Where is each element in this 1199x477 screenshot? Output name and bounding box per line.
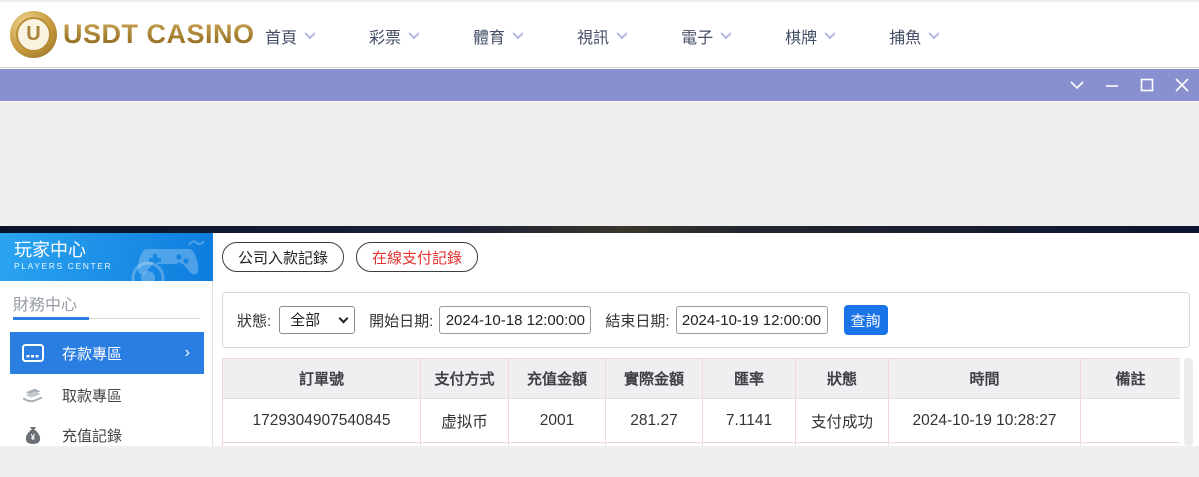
start-date-input[interactable] <box>439 306 592 334</box>
cell-rate: 7.1141 <box>702 398 796 443</box>
withdraw-hand-icon <box>22 386 44 404</box>
svg-text:¥: ¥ <box>31 433 36 442</box>
minimize-icon[interactable] <box>1103 76 1121 94</box>
nav-item-cards[interactable]: 棋牌 <box>785 24 836 48</box>
coin-monogram: U <box>16 17 51 52</box>
nav-label: 電子 <box>681 30 714 47</box>
app-header: U USDT CASINO 首頁 彩票 體育 視訊 電子 棋牌 捕魚 <box>0 0 1199 68</box>
filter-bar: 狀態: 全部 開始日期: 結束日期: 查詢 <box>222 292 1190 348</box>
col-actual-amount: 實際金額 <box>605 358 703 399</box>
deposit-card-icon <box>22 344 44 362</box>
window-titlebar <box>0 69 1199 101</box>
cell-order-no: 1729304907540845 <box>222 398 421 443</box>
nav-label: 棋牌 <box>785 30 818 47</box>
cell-actual-amount: 281.27 <box>605 398 703 443</box>
end-date-input[interactable] <box>675 306 828 334</box>
chevron-down-icon <box>512 32 524 40</box>
panel-top-divider <box>0 226 1199 233</box>
chevron-down-icon <box>408 32 420 40</box>
desktop-background <box>0 101 1199 226</box>
coin-logo-icon: U <box>10 11 57 58</box>
nav-label: 視訊 <box>577 30 610 47</box>
section-underline <box>13 303 200 320</box>
sidebar-item-label: 充值記錄 <box>62 427 123 445</box>
sidebar-item-deposit[interactable]: 存款專區 › <box>10 332 204 374</box>
start-date-label: 開始日期: <box>369 312 434 330</box>
brand-name: USDT CASINO <box>63 19 255 49</box>
sidebar-item-withdraw[interactable]: 取款專區 <box>0 375 213 415</box>
end-date-label: 結束日期: <box>605 312 670 330</box>
col-pay-method: 支付方式 <box>420 358 509 399</box>
sidebar: 玩家中心 PLAYERS CENTER 財務中心 存款專區 › 取款專區 ¥ 充… <box>0 233 213 446</box>
tab-online-payment-records[interactable]: 在線支付記錄 <box>356 242 479 272</box>
chevron-down-icon <box>616 32 628 40</box>
cell-status: 支付成功 <box>795 398 889 443</box>
nav-item-live[interactable]: 視訊 <box>577 24 628 48</box>
section-underline-accent <box>13 317 89 320</box>
col-rate: 匯率 <box>702 358 796 399</box>
records-table: 訂單號 支付方式 充值金額 實際金額 匯率 狀態 時間 備註 172930490… <box>222 358 1180 447</box>
nav-item-lottery[interactable]: 彩票 <box>369 24 420 48</box>
money-bag-icon: ¥ <box>22 426 44 445</box>
nav-item-slots[interactable]: 電子 <box>681 24 732 48</box>
status-select-wrap: 全部 <box>279 306 356 334</box>
brand-logo[interactable]: U USDT CASINO <box>10 11 255 58</box>
collapse-icon[interactable] <box>1068 76 1086 94</box>
sidebar-item-label: 存款專區 <box>62 345 123 363</box>
col-status: 狀態 <box>795 358 889 399</box>
cell-remark <box>1080 398 1180 443</box>
sidebar-item-label: 取款專區 <box>62 387 123 405</box>
chevron-down-icon <box>304 32 316 40</box>
col-remark: 備註 <box>1080 358 1180 399</box>
close-icon[interactable] <box>1173 76 1191 94</box>
maximize-icon[interactable] <box>1138 76 1156 94</box>
nav-item-fishing[interactable]: 捕魚 <box>889 24 940 48</box>
search-button[interactable]: 查詢 <box>843 305 888 335</box>
col-recharge-amount: 充值金額 <box>508 358 606 399</box>
chevron-down-icon <box>720 32 732 40</box>
status-label: 狀態: <box>237 312 272 330</box>
nav-label: 彩票 <box>369 30 402 47</box>
chevron-right-icon: › <box>184 344 190 361</box>
table-scrollbar[interactable] <box>1184 358 1193 446</box>
nav-label: 捕魚 <box>889 30 922 47</box>
status-select[interactable]: 全部 <box>279 306 356 334</box>
nav-label: 首頁 <box>265 30 298 47</box>
content-area: 玩家中心 PLAYERS CENTER 財務中心 存款專區 › 取款專區 ¥ 充… <box>0 233 1199 447</box>
col-order-no: 訂單號 <box>222 358 421 399</box>
cell-recharge-amount: 2001 <box>508 398 606 443</box>
page-bottom-background <box>0 446 1199 477</box>
record-tabs: 公司入款記錄 在線支付記錄 <box>222 242 479 272</box>
players-center-banner: 玩家中心 PLAYERS CENTER <box>0 233 213 281</box>
table-row: 1729304907540845 虚拟币 2001 281.27 7.1141 … <box>222 398 1180 443</box>
nav-item-sports[interactable]: 體育 <box>473 24 524 48</box>
nav-label: 體育 <box>473 30 506 47</box>
chevron-down-icon <box>928 32 940 40</box>
cell-pay-method: 虚拟币 <box>420 398 509 443</box>
tab-company-deposit-records[interactable]: 公司入款記錄 <box>222 242 345 272</box>
table-header-row: 訂單號 支付方式 充值金額 實際金額 匯率 狀態 時間 備註 <box>222 358 1180 399</box>
main-nav: 首頁 彩票 體育 視訊 電子 棋牌 捕魚 <box>265 2 940 70</box>
joystick-icon <box>131 261 165 281</box>
cell-time: 2024-10-19 10:28:27 <box>888 398 1081 443</box>
nav-item-home[interactable]: 首頁 <box>265 24 316 48</box>
col-time: 時間 <box>888 358 1081 399</box>
chevron-down-icon <box>824 32 836 40</box>
records-panel: 公司入款記錄 在線支付記錄 狀態: 全部 開始日期: 結束日期: 查詢 <box>214 233 1199 447</box>
